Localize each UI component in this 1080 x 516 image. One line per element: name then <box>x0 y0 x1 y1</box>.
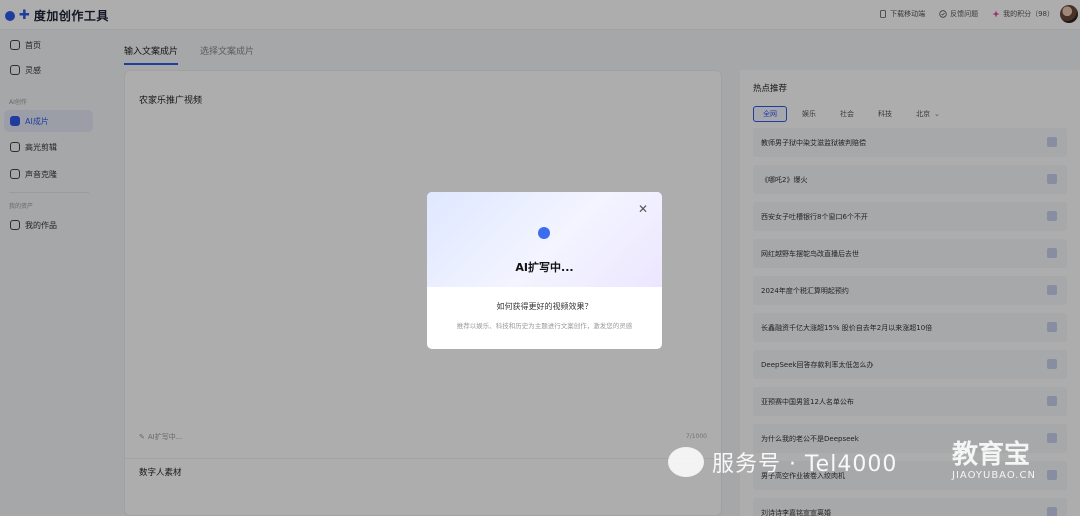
modal-question: 如何获得更好的视频效果？ <box>496 302 593 311</box>
close-icon[interactable]: ✕ <box>638 203 648 215</box>
watermark: 服务号 · Tel4000 <box>668 446 897 478</box>
modal-tip: 推荐以娱乐、科技和历史为主题进行文案创作，激发您的灵感 <box>456 322 633 330</box>
modal-title: AI扩写中... <box>515 261 574 274</box>
watermark-brand-name: 教育宝 <box>952 440 1031 470</box>
watermark-domain: JIAOYUBAO.CN <box>952 470 1036 481</box>
watermark-brand: 教育宝 JIAOYUBAO.CN <box>952 440 1062 481</box>
ai-expand-modal: ✕ AI扩写中... 如何获得更好的视频效果？ 推荐以娱乐、科技和历史为主题进行… <box>427 192 662 349</box>
wechat-icon <box>668 447 704 477</box>
watermark-text: 服务号 · Tel4000 <box>712 452 898 477</box>
loading-spinner-icon <box>538 227 550 239</box>
